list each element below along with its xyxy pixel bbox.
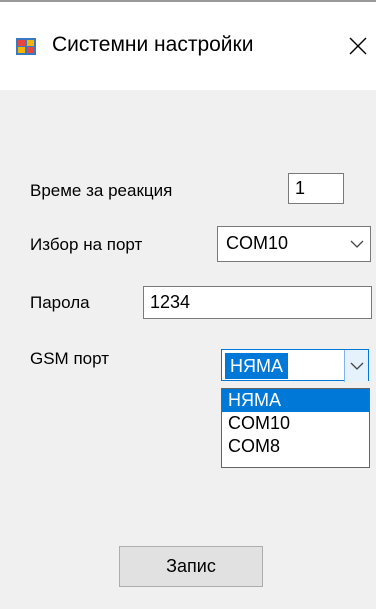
reaction-time-label: Време за реакция <box>30 181 173 200</box>
save-button[interactable]: Запис <box>119 546 263 587</box>
window-title: Системни настройки <box>52 33 254 56</box>
title-bar: Системни настройки <box>0 0 376 90</box>
password-input[interactable] <box>143 286 372 319</box>
port-select-label: Избор на порт <box>30 235 143 254</box>
close-button[interactable] <box>340 28 376 64</box>
reaction-time-input[interactable] <box>288 173 344 204</box>
dropdown-option[interactable]: НЯМА <box>222 389 369 412</box>
settings-window: Системни настройки Време за реакция Избо… <box>0 0 376 609</box>
gsm-port-dropdown-list: НЯМА COM10 COM8 <box>221 388 370 468</box>
gsm-port-label: GSM порт <box>30 349 109 368</box>
chevron-down-icon[interactable] <box>344 227 370 261</box>
port-select-combobox[interactable]: COM10 <box>217 226 371 262</box>
app-window-icon <box>16 38 36 55</box>
dropdown-option[interactable]: COM8 <box>222 435 369 458</box>
port-select-value: COM10 <box>226 233 289 253</box>
password-label: Парола <box>30 293 90 312</box>
close-icon <box>349 37 367 55</box>
chevron-down-icon[interactable] <box>344 350 368 382</box>
dropdown-option[interactable]: COM10 <box>222 412 369 435</box>
gsm-port-value: НЯМА <box>225 353 288 379</box>
gsm-port-combobox[interactable]: НЯМА <box>221 349 369 382</box>
